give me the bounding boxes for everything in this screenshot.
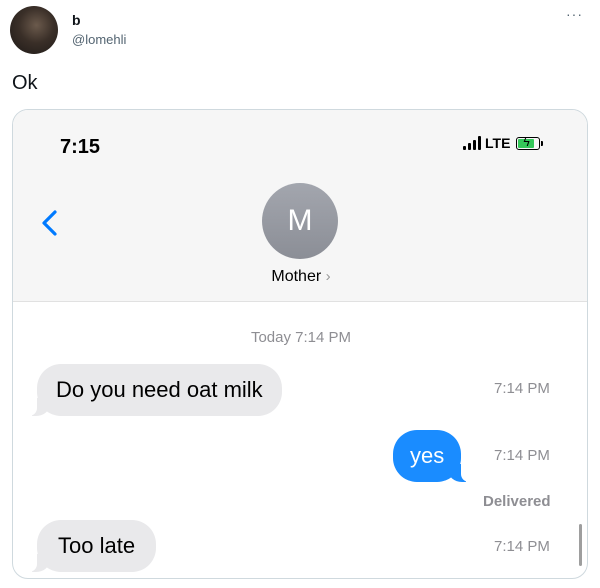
message-text: Do you need oat milk — [56, 377, 263, 402]
status-bar-indicators: LTE ϟ — [463, 135, 544, 151]
network-label: LTE — [485, 135, 511, 151]
incoming-message[interactable]: Do you need oat milk — [27, 364, 282, 416]
status-bar-time: 7:15 — [60, 136, 101, 158]
message-time: 7:14 PM — [494, 380, 550, 397]
scrollbar[interactable] — [579, 524, 582, 566]
message-time: 7:14 PM — [494, 538, 550, 555]
contact-name: Mother — [271, 268, 322, 285]
author-avatar[interactable] — [10, 6, 58, 54]
outgoing-message[interactable]: yes — [393, 430, 472, 482]
message-text: yes — [410, 443, 445, 468]
screenshot-media[interactable]: 7:15 LTE ϟ M Mother › Today 7:14 PM Do y… — [12, 109, 588, 579]
battery-charging-icon: ϟ — [516, 135, 544, 150]
contact-name-link[interactable]: Mother › — [13, 268, 587, 286]
messages-header: 7:15 LTE ϟ M Mother › — [13, 110, 587, 302]
delivery-status: Delivered — [483, 493, 551, 510]
author-name[interactable]: b — [72, 12, 81, 28]
tweet-text: Ok — [12, 72, 38, 94]
incoming-message[interactable]: Too late — [26, 520, 157, 572]
more-options-icon[interactable]: ··· — [566, 6, 583, 22]
message-text: Too late — [58, 533, 136, 558]
back-chevron-icon[interactable] — [35, 206, 69, 240]
author-handle[interactable]: @lomehli — [72, 32, 126, 47]
signal-bars-icon — [463, 136, 481, 150]
chevron-right-icon: › — [325, 268, 331, 285]
contact-avatar[interactable]: M — [262, 183, 338, 259]
message-time: 7:14 PM — [494, 447, 550, 464]
day-timestamp: Today 7:14 PM — [250, 329, 352, 346]
